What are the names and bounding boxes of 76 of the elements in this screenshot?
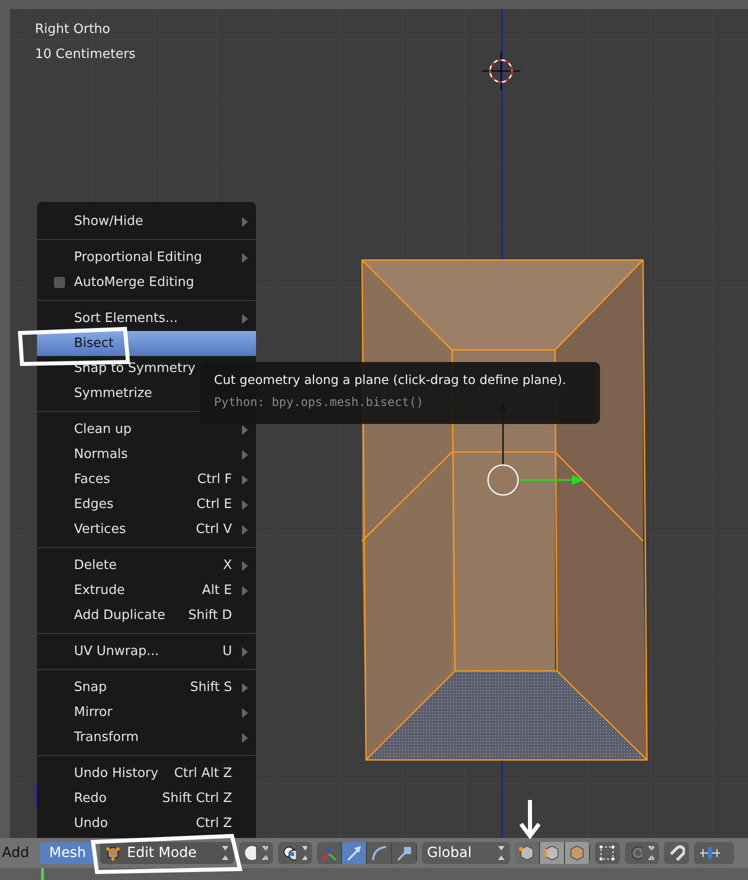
menu-item[interactable]: Proportional Editing (37, 245, 256, 270)
snap-element-dropdown[interactable] (694, 842, 734, 864)
menu-item[interactable]: Undo Ctrl Z (37, 811, 256, 836)
submenu-arrow-icon (242, 475, 248, 485)
tooltip-python-command: Python: bpy.ops.mesh.bisect() (214, 395, 425, 409)
proportional-editing-dropdown[interactable] (624, 842, 659, 864)
3d-cursor-icon (482, 52, 520, 90)
submenu-arrow-icon (242, 708, 248, 718)
submenu-arrow-icon (242, 425, 248, 435)
menu-item[interactable]: Undo History Ctrl Alt Z (37, 761, 256, 786)
submenu-arrow-icon (242, 561, 248, 571)
menu-item[interactable]: Edges Ctrl E (37, 492, 256, 517)
menu-item[interactable]: Faces Ctrl F (37, 467, 256, 492)
menu-item[interactable]: Add Duplicate Shift D (37, 603, 256, 628)
mode-dropdown[interactable]: Edit Mode (100, 842, 234, 864)
up-down-arrows-icon (222, 846, 229, 860)
cube-icon (568, 844, 586, 862)
shading-dropdown[interactable] (238, 842, 273, 864)
orientation-dropdown[interactable]: Global (422, 842, 510, 864)
current-frame-marker (41, 868, 44, 880)
increment-icon (698, 845, 721, 861)
cube-icon (518, 844, 536, 862)
checkbox[interactable] (54, 277, 65, 288)
up-down-arrows-icon (648, 846, 654, 860)
submenu-arrow-icon (242, 314, 248, 324)
grid-scale-label: 10 Centimeters (35, 46, 136, 64)
scale-icon (394, 844, 413, 862)
magnet-icon (667, 844, 686, 862)
view-name: Right Ortho (35, 21, 112, 39)
occlude-geometry-button[interactable] (594, 842, 620, 864)
submenu-arrow-icon (242, 500, 248, 510)
menu-item[interactable]: UV Unwrap... U (37, 639, 256, 664)
submenu-arrow-icon (242, 586, 248, 596)
menu-item[interactable]: Show/Hide (37, 209, 256, 234)
header-menu[interactable]: Mesh (40, 842, 95, 864)
dotted-square-icon (598, 844, 616, 862)
manipulator-button[interactable] (342, 842, 367, 864)
menu-item[interactable]: Transform (37, 725, 256, 750)
submenu-arrow-icon (242, 683, 248, 693)
snap-toggle[interactable] (664, 842, 689, 864)
pivot-point-icon (282, 845, 296, 861)
select-mode-button[interactable] (540, 842, 565, 864)
axes-icon (320, 844, 338, 862)
submenu-arrow-icon (242, 253, 248, 263)
arrow-annotation (519, 800, 541, 840)
menu-item[interactable]: Sort Elements... (37, 306, 256, 331)
select-mode-button[interactable] (564, 842, 590, 864)
submenu-arrow-icon (242, 733, 248, 743)
submenu-arrow-icon (242, 525, 248, 535)
menu-item[interactable]: Normals (37, 442, 256, 467)
submenu-arrow-icon (242, 647, 248, 657)
menu-item[interactable]: Delete X (37, 553, 256, 578)
manipulator-button[interactable] (392, 842, 417, 864)
submenu-arrow-icon (242, 450, 248, 460)
menu-item[interactable]: Mirror (37, 700, 256, 725)
header-menu[interactable]: Add (0, 842, 32, 864)
pivot-dropdown[interactable] (278, 842, 312, 864)
up-down-arrows-icon (498, 846, 505, 860)
select-mode-button[interactable] (514, 842, 540, 864)
menu-item[interactable]: AutoMerge Editing (37, 270, 256, 295)
arc-icon (370, 844, 388, 862)
manipulator-toggle[interactable] (316, 842, 342, 864)
menu-item[interactable]: Extrude Alt E (37, 578, 256, 603)
cube-icon (104, 845, 121, 861)
menu-item[interactable]: Bisect (37, 331, 256, 356)
menu-item[interactable]: Snap Shift S (37, 675, 256, 700)
submenu-arrow-icon (242, 217, 248, 227)
menu-item[interactable]: Clean up (37, 417, 256, 442)
cube-icon (542, 844, 561, 862)
up-down-arrows-icon (262, 846, 268, 860)
manipulator-button[interactable] (366, 842, 392, 864)
menu-item[interactable]: Redo Shift Ctrl Z (37, 786, 256, 811)
up-down-arrows-icon (302, 846, 307, 860)
arrow-icon (344, 844, 363, 862)
tooltip-description: Cut geometry along a plane (click-drag to define plane). (214, 372, 568, 387)
menu-item[interactable]: Vertices Ctrl V (37, 517, 256, 542)
